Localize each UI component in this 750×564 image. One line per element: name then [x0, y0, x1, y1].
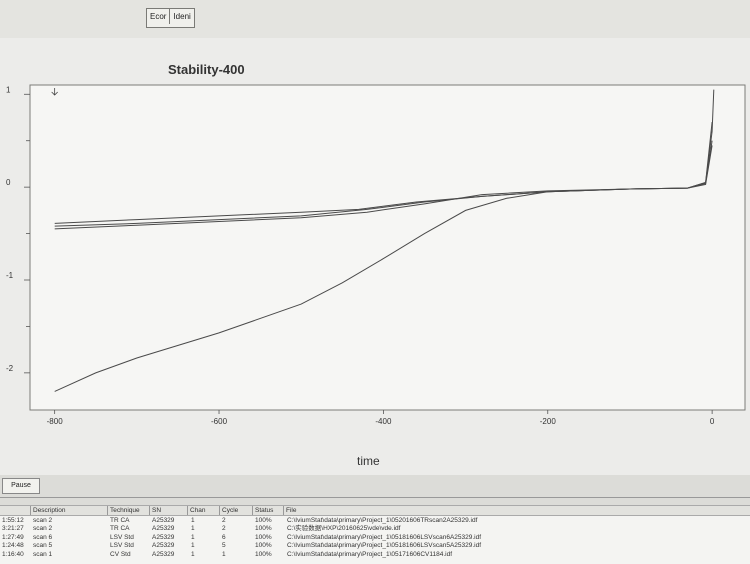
- table-cell: C:\IviumStat\data\primary\Project_1\0520…: [287, 517, 478, 524]
- table-cell: 100%: [255, 525, 272, 533]
- header-chan[interactable]: Chan: [187, 506, 220, 515]
- table-cell: 1: [191, 517, 195, 524]
- table-cell: 1:24:48: [2, 542, 24, 550]
- table-cell: A25329: [152, 517, 175, 524]
- table-cell: TR CA: [110, 525, 130, 533]
- table-cell: CV Std: [110, 550, 131, 558]
- divider: [0, 497, 750, 498]
- x-tick-label: -400: [375, 417, 392, 426]
- table-cell: 100%: [255, 550, 272, 558]
- table-header: Description Technique SN Chan Cycle Stat…: [0, 506, 750, 516]
- table-cell: 1: [191, 550, 195, 558]
- table-row[interactable]: 1:24:48 scan 5 LSV Std A25329 1 5 100% C:\Ivium…: [0, 542, 750, 550]
- table-cell: 2: [222, 517, 226, 524]
- y-tick-label: -1: [6, 271, 14, 280]
- x-tick-label: -800: [47, 417, 64, 426]
- x-tick-label: -200: [540, 417, 557, 426]
- header-status[interactable]: Status: [252, 506, 283, 515]
- header-cycle[interactable]: Cycle: [219, 506, 252, 515]
- table-cell: scan 1: [33, 550, 53, 558]
- table-cell: C:\IviumStat\data\primary\Project_1\0517…: [287, 550, 452, 558]
- table-cell: 100%: [255, 517, 272, 524]
- y-tick-label: 1: [6, 85, 11, 94]
- plot-area: [29, 84, 746, 411]
- x-tick-label: -600: [211, 417, 228, 426]
- table-cell: A25329: [152, 542, 175, 550]
- header-description[interactable]: Description: [30, 506, 106, 515]
- table-cell: 3:21:27: [2, 525, 24, 533]
- table-cell: scan 5: [33, 542, 53, 550]
- table-row[interactable]: 1:55:12 scan 2 TR CA A25329 1 2 100% C:\IviumSt…: [0, 517, 750, 525]
- table-cell: 6: [222, 533, 226, 541]
- table-cell: 1:27:49: [2, 533, 24, 541]
- table-cell: 100%: [255, 542, 272, 550]
- y-tick-label: -2: [6, 364, 14, 373]
- table-cell: 100%: [255, 533, 272, 541]
- table-cell: C:\IviumStat\data\primary\Project_1\0518…: [287, 542, 482, 550]
- table-cell: 1: [222, 550, 226, 558]
- table-cell: A25329: [152, 533, 175, 541]
- table-cell: LSV Std: [110, 533, 134, 541]
- header-sn[interactable]: SN: [149, 506, 188, 515]
- table-cell: A25329: [152, 525, 175, 533]
- table-cell: 1: [191, 542, 195, 550]
- header-file[interactable]: File: [283, 506, 586, 515]
- table-cell: scan 6: [33, 533, 53, 541]
- table-cell: C:\IviumStat\data\primary\Project_1\0518…: [287, 533, 482, 541]
- table-cell: A25329: [152, 550, 175, 558]
- table-cell: scan 2: [33, 525, 53, 533]
- table-cell: LSV Std: [110, 542, 134, 550]
- table-cell: 1: [191, 533, 195, 541]
- table-cell: 1:16:40: [2, 550, 24, 558]
- chart-axes: [29, 84, 746, 411]
- x-axis-label: time: [357, 454, 380, 468]
- table-cell: 5: [222, 542, 226, 550]
- scan-table: Description Technique SN Chan Cycle Stat…: [0, 505, 750, 564]
- table-cell: 2: [222, 525, 226, 533]
- table-cell: 1:55:12: [2, 517, 24, 524]
- chart: -800 -600 -400 -200 0 1 0 -1 -2: [6, 84, 746, 426]
- table-row[interactable]: 1:27:49 scan 6 LSV Std A25329 1 6 100% C:\Ivium…: [0, 534, 750, 542]
- header-technique[interactable]: Technique: [107, 506, 150, 515]
- table-cell: 1: [191, 525, 195, 533]
- pause-button[interactable]: Pause: [2, 478, 40, 494]
- x-tick-label: 0: [710, 417, 715, 426]
- table-cell: scan 2: [33, 517, 53, 524]
- table-row[interactable]: 3:21:27 scan 2 TR CA A25329 1 2 100% C:\实验数据\HX…: [0, 525, 750, 533]
- table-cell: C:\实验数据\HXP\20160625\vde\vde.idf: [287, 525, 401, 533]
- y-tick-label: 0: [6, 178, 11, 187]
- table-row[interactable]: 1:16:40 scan 1 CV Std A25329 1 1 100% C:\IviumS…: [0, 551, 750, 559]
- table-cell: TR CA: [110, 517, 130, 524]
